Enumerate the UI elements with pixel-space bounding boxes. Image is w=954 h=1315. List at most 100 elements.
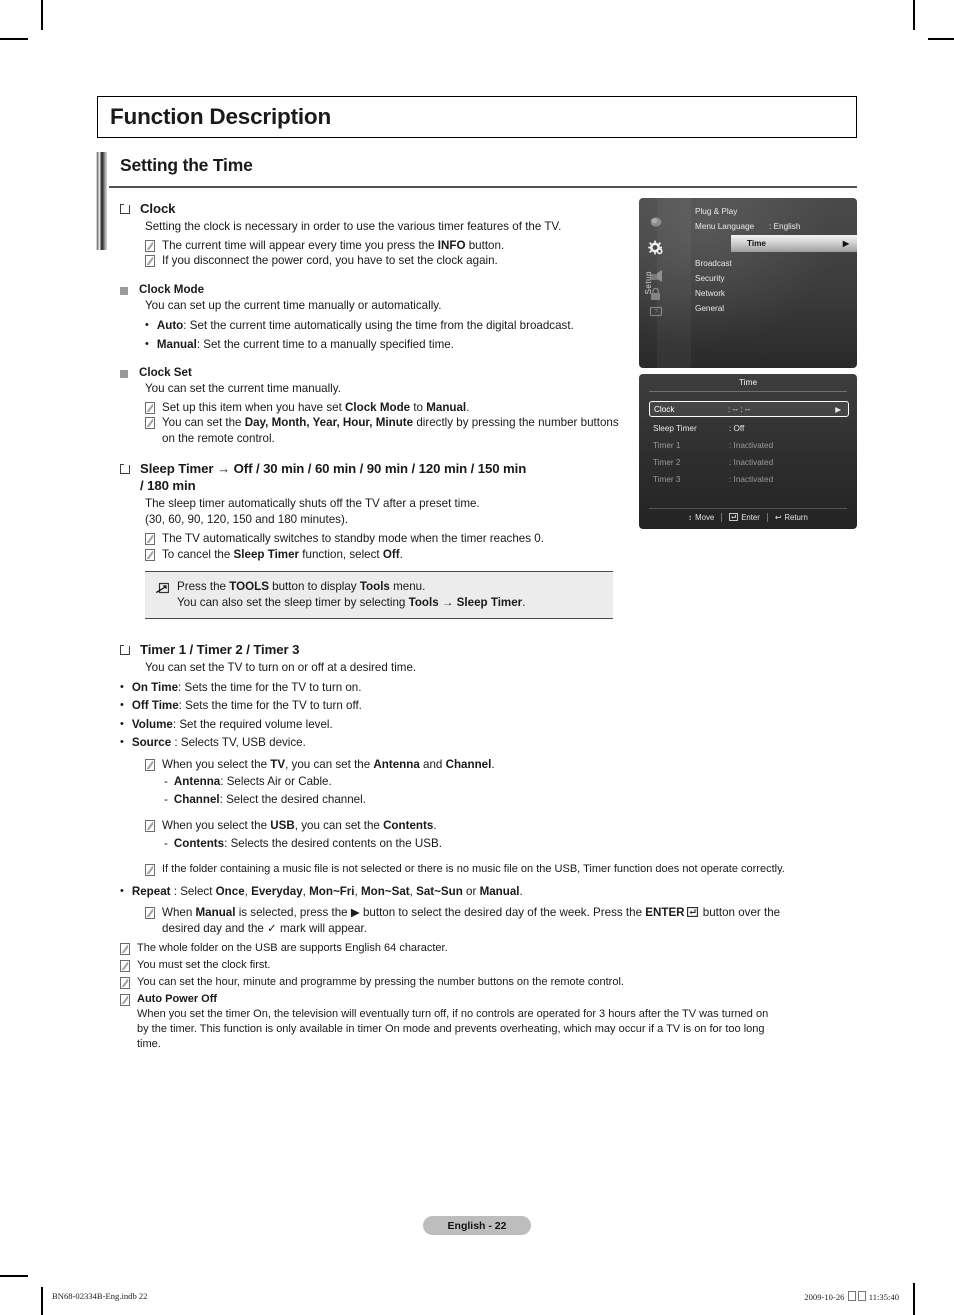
item-label: Antenna <box>173 775 221 788</box>
item-label: Source <box>131 736 172 749</box>
osd-time-row-timer-1[interactable]: Timer 1 : Inactivated <box>653 437 845 453</box>
osd-item-label: Menu Language <box>695 222 755 231</box>
timer-usb-note-text: When you select the USB, you can set the… <box>162 818 437 834</box>
print-footer-right: 2009-10-26 11:35:40 <box>804 1291 899 1302</box>
note-icon <box>145 758 155 771</box>
dash-bullet-icon: - <box>164 775 168 788</box>
section-title: Setting the Time <box>120 155 253 175</box>
crop-mark-bottom-left-vertical <box>41 1287 43 1315</box>
timer-manual-note: When Manual is selected, press the ▶ but… <box>120 905 860 937</box>
setup-gear-icon[interactable] <box>647 240 665 256</box>
note-bold: Channel <box>445 757 492 771</box>
item-label: Channel <box>173 792 220 806</box>
note-seg: is selected, press the ▶ button to selec… <box>235 905 646 919</box>
osd-item-label: Broadcast <box>695 259 732 268</box>
item-text: : Set the required volume level. <box>172 717 333 731</box>
clock-note-2-text: If you disconnect the power cord, you ha… <box>162 254 498 267</box>
note-icon <box>145 820 155 832</box>
security-lock-icon[interactable] <box>647 286 665 302</box>
osd-time-row-timer-2[interactable]: Timer 2 : Inactivated <box>653 454 845 470</box>
osd-row-label: Timer 1 <box>653 440 681 450</box>
note-seg: Set up this item when you have set <box>162 400 346 414</box>
picture-icon[interactable] <box>647 214 665 230</box>
osd-time-menu: Time Clock : -- : -- ▶ Sleep Timer : Off… <box>639 374 857 529</box>
item-seg: . <box>519 885 523 898</box>
final-note-1-text: The whole folder on the USB are supports… <box>137 941 448 954</box>
osd-item-general[interactable]: General <box>691 301 857 316</box>
option-text: : Set the current time to a manually spe… <box>196 337 454 351</box>
osd-item-time-selected[interactable]: Time ▶ <box>731 235 857 252</box>
sleep-timer-heading-line2: / 180 min <box>140 478 196 493</box>
osd-footer-move[interactable]: ↕ Move <box>688 513 714 522</box>
crop-mark-top-left-horizontal <box>0 38 28 40</box>
timer-item-volume: • Volume: Set the required volume level. <box>120 717 860 733</box>
osd-item-broadcast[interactable]: Broadcast <box>691 256 857 271</box>
note-seg: . <box>399 547 403 561</box>
osd-setup-menu: Setup ? Plug & Play Menu Language : Engl <box>639 198 857 368</box>
osd-item-security[interactable]: Security <box>691 271 857 286</box>
osd-time-title-divider <box>649 391 847 392</box>
auto-power-off-heading: Auto Power Off <box>137 992 218 1005</box>
auto-power-off-line2: by the timer. This function is only avai… <box>137 1022 765 1035</box>
timer-folder-note-text: If the folder containing a music file is… <box>162 863 785 875</box>
note-seg: button to display <box>268 580 360 593</box>
repeat-option: Sat~Sun <box>416 885 463 898</box>
up-down-arrows-icon: ↕ <box>688 513 693 522</box>
note-seg: When you select the <box>162 757 271 771</box>
missing-glyph-box <box>847 1291 856 1301</box>
clock-set-note-1-text: Set up this item when you have set Clock… <box>162 400 469 416</box>
osd-setup-items: Plug & Play Menu Language : English Time… <box>691 198 857 368</box>
tools-note-line-1-text: Press the TOOLS button to display Tools … <box>177 579 425 595</box>
osd-item-menu-language[interactable]: Menu Language : English <box>691 219 857 234</box>
note-seg: to <box>410 400 427 414</box>
note-bold: TOOLS <box>229 580 269 593</box>
note-icon <box>145 906 155 919</box>
sleep-timer-note-2-text: To cancel the Sleep Timer function, sele… <box>162 547 403 563</box>
osd-time-row-timer-3[interactable]: Timer 3 : Inactivated <box>653 471 845 487</box>
dot-bullet-icon: • <box>120 717 124 730</box>
note-icon <box>120 993 130 1006</box>
item-text: : Selects TV, USB device. <box>171 736 306 749</box>
note-icon <box>145 533 155 545</box>
osd-row-value: : Inactivated <box>729 474 774 484</box>
timer-manual-note-text: When Manual is selected, press the ▶ but… <box>162 905 860 937</box>
osd-item-plug-and-play[interactable]: Plug & Play <box>691 204 857 219</box>
item-text: : Selects the desired contents on the US… <box>224 836 442 850</box>
timer-repeat-row: • Repeat : Select Once, Everyday, Mon~Fr… <box>120 884 860 900</box>
osd-item-network[interactable]: Network <box>691 286 857 301</box>
timer-item-on-time-text: On Time: Sets the time for the TV to tur… <box>132 680 362 696</box>
timer-repeat-text: Repeat : Select Once, Everyday, Mon~Fri,… <box>131 885 523 898</box>
osd-footer-return-label: Return <box>784 513 808 522</box>
note-icon <box>145 864 155 876</box>
item-text: : Sets the time for the TV to turn on. <box>178 680 362 694</box>
osd-item-label: Security <box>695 274 725 283</box>
dot-bullet-icon: • <box>120 699 124 711</box>
page-title: Function Description <box>110 104 332 129</box>
repeat-option: Manual <box>479 885 520 898</box>
osd-row-value: : Inactivated <box>729 440 774 450</box>
tools-note-line-1: Press the TOOLS button to display Tools … <box>155 579 603 595</box>
broadcast-antenna-icon[interactable] <box>647 268 665 284</box>
enter-key-icon <box>686 906 698 922</box>
osd-item-label: Network <box>695 289 726 298</box>
osd-footer-enter[interactable]: Enter <box>729 512 760 523</box>
item-label: Repeat <box>131 885 171 898</box>
clock-mode-option-manual-text: Manual: Set the current time to a manual… <box>157 337 454 353</box>
auto-power-off-line1: When you set the timer On, the televisio… <box>137 1007 769 1020</box>
osd-footer-return[interactable]: ↩ Return <box>775 513 808 522</box>
note-seg: . <box>466 400 470 414</box>
network-icon[interactable]: ? <box>647 304 665 320</box>
osd-time-row-clock[interactable]: Clock : -- : -- ▶ <box>649 401 849 417</box>
osd-footer-separator <box>766 513 768 522</box>
timer-item-source: • Source : Selects TV, USB device. <box>120 735 860 751</box>
repeat-option: Once <box>215 885 245 898</box>
osd-item-label: Plug & Play <box>695 207 738 216</box>
note-seg: Press the <box>177 580 230 593</box>
note-bold: Sleep Timer <box>233 547 300 561</box>
note-icon <box>145 239 155 252</box>
osd-footer-separator <box>721 513 723 522</box>
note-seg: . <box>433 819 437 832</box>
square-bullet-icon <box>120 201 131 214</box>
osd-time-row-sleep-timer[interactable]: Sleep Timer : Off <box>653 420 845 436</box>
osd-time-footer-divider <box>649 508 847 509</box>
